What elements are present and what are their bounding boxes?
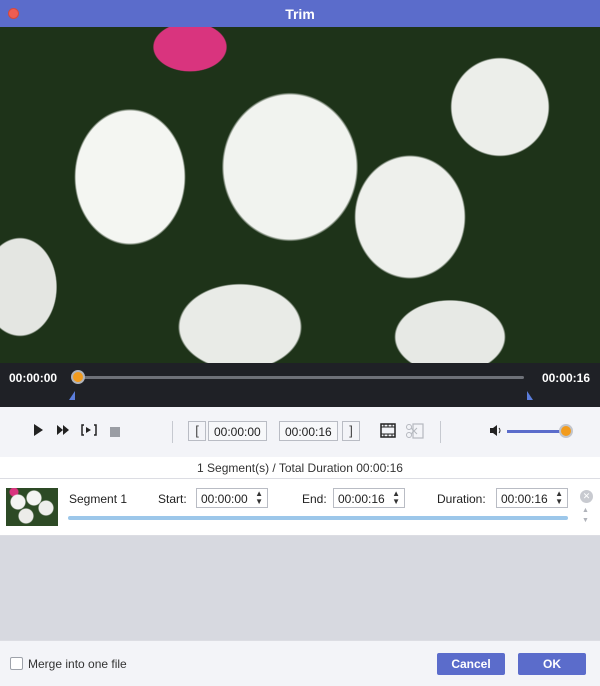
segment-list-empty-area — [0, 536, 600, 640]
add-segment-button[interactable] — [379, 422, 397, 442]
end-time-field[interactable]: 00:00:16 — [279, 421, 338, 441]
stop-button[interactable] — [110, 425, 120, 440]
stepper-arrows-icon[interactable]: ▲ ▼ — [555, 490, 563, 506]
timeline-start-time: 00:00:00 — [9, 371, 58, 385]
merge-checkbox[interactable] — [10, 657, 23, 670]
play-button[interactable] — [32, 423, 44, 440]
segment-end-value: 00:00:16 — [338, 492, 385, 506]
timeline-end-time: 00:00:16 — [541, 371, 590, 385]
step-frame-icon — [81, 424, 97, 436]
window-title: Trim — [285, 6, 315, 22]
video-preview — [0, 27, 600, 363]
segment-end-stepper[interactable]: 00:00:16 ▲ ▼ — [333, 488, 405, 508]
trim-end-marker[interactable] — [527, 391, 533, 400]
step-frame-button[interactable] — [81, 423, 97, 440]
volume-button[interactable] — [489, 424, 503, 440]
title-bar: Trim — [0, 0, 600, 27]
volume-slider-track[interactable] — [507, 430, 567, 433]
volume-slider-handle[interactable] — [559, 424, 573, 438]
merge-label[interactable]: Merge into one file — [28, 657, 127, 671]
fast-forward-button[interactable] — [56, 424, 70, 439]
trim-start-marker[interactable] — [69, 391, 75, 400]
split-button[interactable] — [405, 422, 425, 443]
fast-forward-icon — [57, 425, 69, 435]
move-down-icon[interactable]: ▼ — [582, 517, 589, 524]
segment-start-stepper[interactable]: 00:00:00 ▲ ▼ — [196, 488, 268, 508]
set-start-button[interactable]: [ — [188, 421, 206, 441]
remove-segment-button[interactable]: ✕ — [580, 490, 593, 503]
stepper-arrows-icon[interactable]: ▲ ▼ — [392, 490, 400, 506]
move-up-icon[interactable]: ▲ — [582, 507, 589, 514]
ok-button[interactable]: OK — [518, 653, 586, 675]
scissors-film-icon — [406, 423, 424, 439]
stop-icon — [110, 427, 120, 437]
cancel-button[interactable]: Cancel — [437, 653, 505, 675]
timeline: 00:00:00 00:00:16 — [0, 363, 600, 407]
segment-start-value: 00:00:00 — [201, 492, 248, 506]
start-label: Start: — [158, 492, 187, 506]
film-strip-icon — [380, 423, 396, 438]
duration-label: Duration: — [437, 492, 486, 506]
segment-row[interactable]: Segment 1 Start: 00:00:00 ▲ ▼ End: 00:00:… — [0, 479, 600, 536]
divider — [172, 421, 173, 443]
segment-duration-stepper[interactable]: 00:00:16 ▲ ▼ — [496, 488, 568, 508]
segment-thumbnail — [6, 488, 58, 526]
playback-controls: [ 00:00:00 00:00:16 ] — [0, 407, 600, 457]
end-label: End: — [302, 492, 327, 506]
segment-range-bar — [68, 516, 568, 520]
stepper-arrows-icon[interactable]: ▲ ▼ — [255, 490, 263, 506]
segment-name: Segment 1 — [69, 492, 128, 506]
play-icon — [34, 424, 43, 436]
segment-duration-value: 00:00:16 — [501, 492, 548, 506]
start-time-field[interactable]: 00:00:00 — [208, 421, 267, 441]
playhead-handle[interactable] — [71, 370, 85, 384]
set-end-button[interactable]: ] — [342, 421, 360, 441]
speaker-icon — [490, 425, 501, 436]
divider — [440, 421, 441, 443]
close-icon: ✕ — [582, 491, 591, 501]
dialog-footer: Merge into one file Cancel OK — [0, 640, 600, 686]
timeline-track[interactable] — [78, 376, 524, 379]
segment-summary: 1 Segment(s) / Total Duration 00:00:16 — [0, 457, 600, 479]
